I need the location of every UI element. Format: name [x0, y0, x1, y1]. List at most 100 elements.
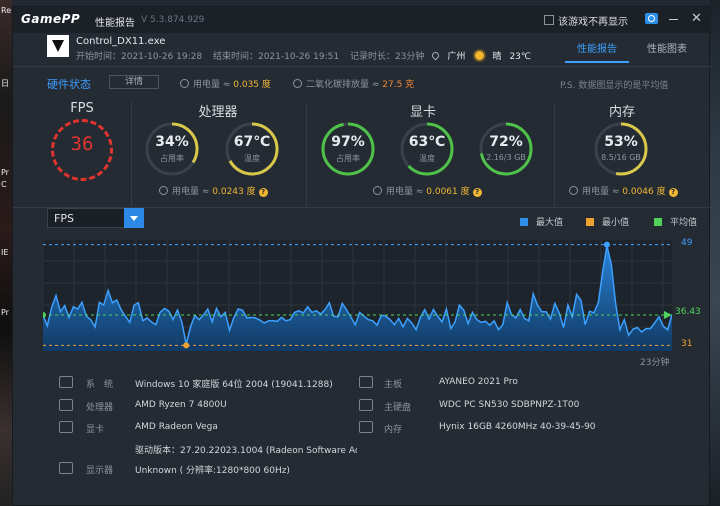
cpu-temperature-value: 67℃	[233, 134, 271, 150]
desktop-icon-label: C	[1, 180, 7, 189]
cpu-icon	[59, 399, 73, 411]
fps-chart-svg	[43, 239, 672, 351]
no-display-label[interactable]: 该游戏不再显示	[558, 13, 628, 28]
memory-icon	[359, 421, 373, 433]
monitor-icon	[59, 462, 73, 474]
cpu-temperature-gauge: 67℃ 温度	[224, 121, 280, 177]
desktop-icon-label: Re	[1, 6, 12, 15]
sysinfo-key: 处理器	[86, 403, 114, 413]
min-value-label: 31	[681, 339, 693, 349]
sysinfo-key: 系 统	[86, 380, 114, 390]
brand-text: GamePP	[21, 12, 81, 26]
co2-prefix: 二氧化碳排放量 ≈	[306, 80, 383, 90]
divider	[306, 102, 307, 206]
start-time: 开始时间：2021-10-26 19:28	[76, 52, 203, 62]
memory-usage-value: 53%	[604, 134, 638, 150]
gpu-usage-gauge: 97% 占用率	[320, 121, 376, 177]
minimize-icon[interactable]	[669, 19, 678, 20]
co2-value: 27.5 克	[382, 80, 415, 90]
legend-avg-label: 平均值	[670, 218, 698, 228]
gamepp-logo: GamePP	[21, 12, 80, 26]
tab-performance-charts[interactable]: 性能图表	[635, 40, 699, 55]
sysinfo-value: AMD Radeon Vega	[135, 422, 218, 432]
gpu-power-value: 0.0061 度	[426, 187, 470, 197]
gpu-usage-label: 占用率	[336, 154, 360, 163]
gpu-temperature-value: 63℃	[408, 134, 446, 150]
windows-icon	[59, 376, 73, 388]
disk-icon	[359, 399, 373, 411]
hardware-status-title: 硬件状态	[47, 78, 91, 91]
cpu-temperature-label: 温度	[244, 154, 260, 163]
divider	[554, 102, 555, 206]
desktop-icon-label: IE	[1, 248, 9, 257]
gpu-icon	[59, 421, 73, 433]
desktop-icon-label: Pr	[1, 168, 9, 177]
chart-duration-label: 23分钟	[640, 358, 670, 368]
weather: 晴	[492, 52, 502, 62]
fps-section-title: FPS	[70, 101, 94, 116]
desktop-background: Re 日 Pr C IE Pr	[0, 0, 12, 506]
sysinfo-value: Windows 10 家庭版 64位 2004 (19041.1288)	[135, 380, 333, 390]
game-executable-name: Control_DX11.exe	[76, 36, 166, 47]
gpu-memory-value: 72%	[489, 134, 523, 150]
metric-select-value: FPS	[54, 212, 74, 225]
detail-button[interactable]: 详情	[109, 75, 159, 89]
sysinfo-key: 主硬盘	[384, 403, 412, 413]
help-icon[interactable]: ?	[472, 188, 482, 197]
gpu-usage-value: 97%	[331, 134, 365, 150]
legend-max: 最大值	[520, 215, 563, 228]
game-logo	[47, 35, 69, 57]
window-title: 性能报告	[95, 18, 135, 29]
help-icon[interactable]: ?	[668, 188, 678, 197]
sysinfo-value: WDC PC SN530 SDBPNPZ-1T00	[439, 400, 580, 410]
memory-power-prefix: 用电量 ≈	[582, 187, 623, 197]
temperature: 23℃	[509, 52, 532, 62]
no-display-checkbox[interactable]	[544, 15, 554, 25]
divider	[13, 66, 711, 67]
total-power: 用电量 ≈ 0.035 度	[180, 77, 271, 90]
end-time: 结束时间：2021-10-26 19:51	[212, 52, 340, 62]
avg-value-label: 36.43	[675, 307, 701, 317]
sysinfo-key: 显示器	[86, 466, 114, 476]
sysinfo-value: Unknown ( 分辨率:1280*800 60Hz)	[135, 466, 290, 476]
memory-power-value: 0.0046 度	[622, 187, 666, 197]
help-icon[interactable]: ?	[258, 188, 268, 197]
sunny-weather-icon	[475, 51, 485, 60]
city: 广州	[447, 52, 466, 62]
gpu-memory-label: 2.16/3 GB	[486, 153, 526, 162]
chevron-down-icon[interactable]	[124, 208, 144, 228]
cpu-power-value: 0.0243 度	[212, 187, 256, 197]
gpu-temperature-label: 温度	[419, 154, 435, 163]
motherboard-icon	[359, 376, 373, 388]
legend-min: 最小值	[586, 215, 629, 228]
tab-performance-report[interactable]: 性能报告	[565, 40, 629, 63]
metric-select[interactable]: FPS	[47, 208, 144, 228]
divider	[131, 102, 132, 206]
memory-power: 用电量 ≈ 0.0046 度?	[569, 184, 678, 197]
close-icon[interactable]: ✕	[691, 11, 702, 26]
min-marker	[183, 342, 190, 349]
max-value-label: 49	[681, 238, 693, 248]
average-note: P.S. 数据图显示的是平均值	[560, 81, 669, 91]
legend-avg: 平均值	[654, 215, 697, 228]
title-bar[interactable]: GamePP 性能报告 V 5.3.874.929 该游戏不再显示 ✕	[13, 7, 711, 33]
gpu-section-title: 显卡	[409, 105, 436, 120]
sysinfo-key: 主板	[384, 380, 403, 390]
power-icon	[159, 186, 168, 195]
screenshot-camera-icon[interactable]	[645, 13, 658, 24]
memory-section-title: 内存	[608, 105, 635, 120]
cpu-usage-value: 34%	[155, 134, 189, 150]
gpu-memory-gauge: 72% 2.16/3 GB	[478, 121, 534, 177]
cpu-power: 用电量 ≈ 0.0243 度?	[159, 184, 268, 197]
co2-emission: 二氧化碳排放量 ≈ 27.5 克	[293, 77, 414, 90]
co2-icon	[293, 79, 302, 88]
performance-report-window: GamePP 性能报告 V 5.3.874.929 该游戏不再显示 ✕ Cont…	[12, 6, 711, 506]
power-icon	[373, 186, 382, 195]
gpu-power: 用电量 ≈ 0.0061 度?	[373, 184, 482, 197]
sysinfo-value: 驱动版本：27.20.22023.1004 (Radeon Software A…	[135, 446, 357, 456]
legend-min-label: 最小值	[602, 218, 630, 228]
location-pin-icon	[430, 50, 441, 61]
desktop-icon-label: Pr	[1, 308, 9, 317]
memory-usage-gauge: 53% 8.5/16 GB	[593, 121, 649, 177]
fps-average-value: 36	[70, 133, 94, 155]
